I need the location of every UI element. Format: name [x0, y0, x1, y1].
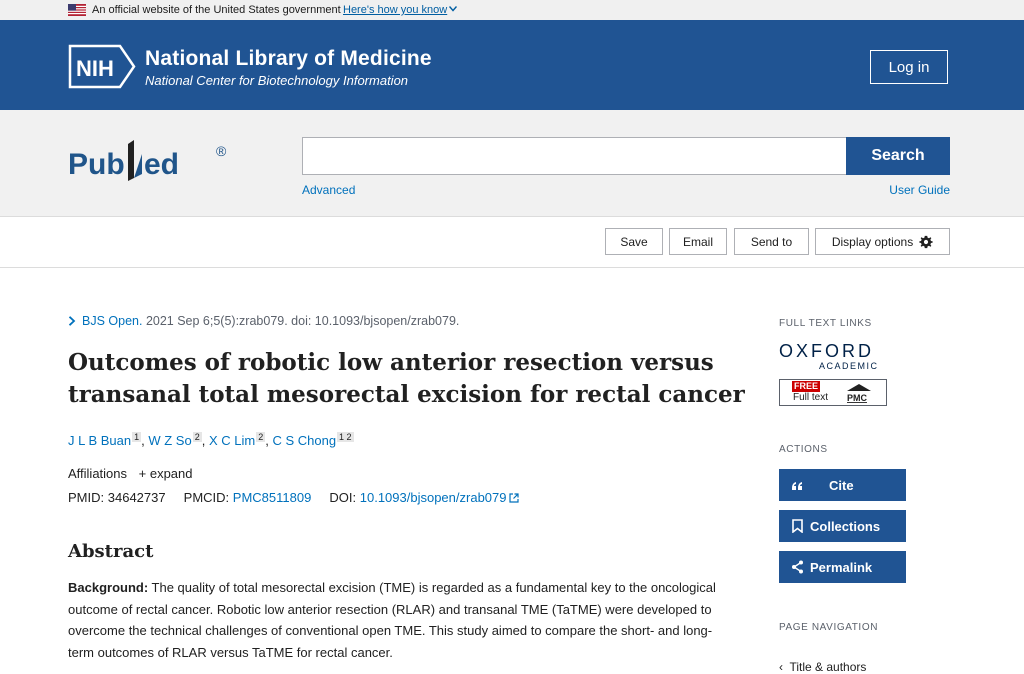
ncbi-subtitle: National Center for Biotechnology Inform… — [145, 73, 409, 88]
pmid-label: PMID: — [68, 490, 105, 505]
chevron-left-icon: ‹ — [779, 660, 783, 674]
full-text-label: Full text — [793, 392, 829, 403]
oxford-logo-line2: ACADEMIC — [819, 361, 879, 371]
login-button[interactable]: Log in — [870, 50, 948, 84]
chevron-down-icon[interactable] — [449, 6, 457, 12]
nlm-title[interactable]: National Library of Medicine — [145, 47, 432, 71]
external-link-icon[interactable] — [509, 493, 520, 503]
oxford-logo-line1: OXFORD — [779, 341, 874, 361]
save-button[interactable]: Save — [605, 228, 663, 255]
affiliations-row: Affiliations + expand — [68, 466, 193, 481]
abstract-background-text: The quality of total mesorectal excision… — [68, 580, 716, 660]
authors-list: J L B Buan 1, W Z So 2, X C Lim 2, C S Chon… — [68, 432, 354, 448]
journal-citation-line: BJS Open. 2021 Sep 6;5(5):zrab079. doi: … — [68, 314, 459, 328]
svg-text:Pub: Pub — [68, 148, 125, 181]
gear-icon — [919, 235, 933, 248]
author-link[interactable]: X C Lim — [209, 433, 255, 448]
permalink-button[interactable]: Permalink — [779, 551, 906, 583]
free-badge: FREE — [792, 381, 821, 392]
pmc-icon: PMC — [847, 384, 871, 403]
search-button[interactable]: Search — [846, 137, 950, 175]
svg-text:®: ® — [216, 143, 227, 159]
bookmark-icon — [792, 519, 803, 533]
search-band: Pub ed ® Search Advanced User Guide — [0, 110, 1024, 217]
advanced-search-link[interactable]: Advanced — [302, 183, 355, 197]
author-link[interactable]: W Z So — [148, 433, 191, 448]
actions-label: ACTIONS — [779, 444, 828, 455]
journal-name-link[interactable]: BJS Open. — [82, 314, 142, 328]
us-flag-icon — [68, 4, 86, 16]
gov-banner: An official website of the United States… — [0, 0, 1024, 20]
doi-link[interactable]: 10.1093/bjsopen/zrab079 — [360, 490, 507, 505]
article-title: Outcomes of robotic low anterior resecti… — [68, 349, 745, 408]
pubmed-logo[interactable]: Pub ed ® — [68, 132, 238, 192]
abstract-background-label: Background: — [68, 580, 149, 595]
permalink-label: Permalink — [810, 560, 873, 575]
pmc-mark-text: PMC — [847, 393, 868, 403]
collections-button[interactable]: Collections — [779, 510, 906, 542]
expand-affiliations-button[interactable]: + expand — [139, 466, 193, 481]
svg-text:ed: ed — [144, 148, 179, 181]
citation-text: 2021 Sep 6;5(5):zrab079. doi: 10.1093/bj… — [145, 314, 460, 328]
abstract-heading: Abstract — [68, 541, 154, 562]
full-text-links-label: FULL TEXT LINKS — [779, 318, 872, 329]
affiliation-number[interactable]: 1 2 — [337, 432, 354, 442]
affiliation-number[interactable]: 2 — [256, 432, 266, 442]
gov-banner-text: An official website of the United States… — [92, 4, 341, 16]
nih-logo-text: NIH — [76, 56, 114, 81]
send-to-button[interactable]: Send to — [734, 228, 809, 255]
action-bar: Save Email Send to Display options — [0, 217, 1024, 268]
pmid-value: 34642737 — [107, 490, 166, 505]
page-navigation-label: PAGE NAVIGATION — [779, 622, 879, 633]
collections-label: Collections — [810, 519, 881, 534]
author-link[interactable]: J L B Buan — [68, 433, 131, 448]
author-link[interactable]: C S Chong — [272, 433, 336, 448]
page-nav-item-label: Title & authors — [789, 660, 867, 674]
doi-label: DOI: — [329, 490, 357, 505]
email-button[interactable]: Email — [669, 228, 727, 255]
affiliation-number[interactable]: 2 — [192, 432, 202, 442]
cite-button[interactable]: Cite — [779, 469, 906, 501]
identifiers-row: PMID: 34642737 PMCID: PMC8511809 DOI: 10… — [68, 490, 520, 505]
pmcid-link[interactable]: PMC8511809 — [233, 490, 312, 505]
abstract-background-paragraph: Background: The quality of total mesorec… — [68, 577, 718, 663]
affiliation-number[interactable]: 1 — [132, 432, 142, 442]
display-options-label: Display options — [831, 234, 914, 249]
chevron-right-icon[interactable] — [68, 316, 76, 326]
quote-icon — [792, 482, 802, 490]
page-nav-title-authors[interactable]: ‹ Title & authors — [779, 660, 866, 674]
cite-label: Cite — [829, 478, 854, 493]
nih-logo[interactable]: NIH — [68, 44, 138, 89]
share-icon — [792, 560, 803, 574]
heres-how-you-know-link[interactable]: Here's how you know — [343, 4, 447, 16]
display-options-button[interactable]: Display options — [815, 228, 950, 255]
oxford-academic-logo[interactable]: OXFORD ACADEMIC — [779, 341, 891, 373]
search-input[interactable] — [302, 137, 847, 175]
pmcid-label: PMCID: — [183, 490, 230, 505]
affiliations-label: Affiliations — [68, 466, 128, 481]
user-guide-link[interactable]: User Guide — [889, 183, 950, 197]
pmc-free-full-text-link[interactable]: FREE Full text PMC — [779, 379, 887, 406]
